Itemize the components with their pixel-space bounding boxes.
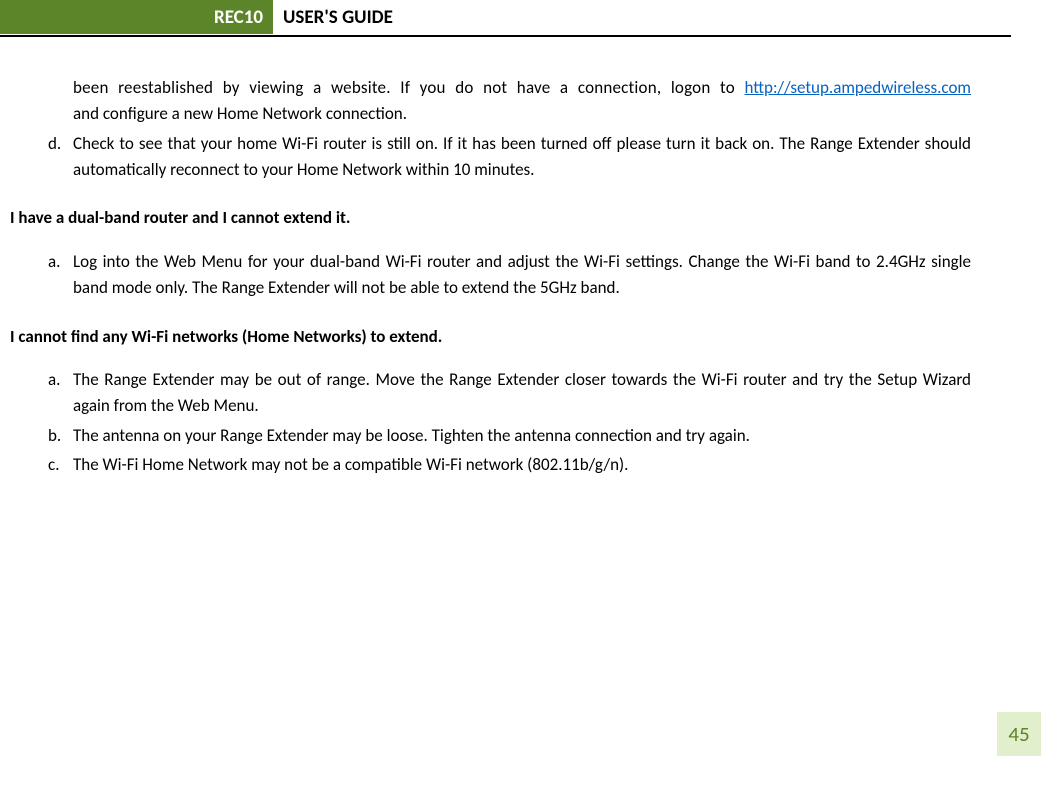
list-marker-empty	[10, 75, 73, 128]
sec2-item-a: a. The Range Extender may be out of rang…	[10, 367, 971, 420]
page-content: been reestablished by viewing a website.…	[0, 37, 1041, 478]
sec1-marker-a: a.	[10, 249, 73, 302]
heading-dual-band: I have a dual-band router and I cannot e…	[10, 205, 971, 231]
sec2-text-b: The antenna on your Range Extender may b…	[73, 423, 971, 449]
sec2-item-c: c. The Wi-Fi Home Network may not be a c…	[10, 452, 971, 478]
header-bar: REC10 USER'S GUIDE	[0, 0, 1011, 37]
sec2-marker-b: b.	[10, 423, 73, 449]
heading-cannot-find-networks: I cannot find any Wi-Fi networks (Home N…	[10, 324, 971, 350]
header-accent-left	[0, 0, 24, 34]
text-before-link: been reestablished by viewing a website.…	[73, 77, 744, 98]
document-title: USER'S GUIDE	[273, 0, 393, 35]
list-text-d: Check to see that your home Wi-Fi router…	[73, 131, 971, 184]
continued-list-item: been reestablished by viewing a website.…	[10, 75, 971, 128]
sec2-marker-a: a.	[10, 367, 73, 420]
sec2-text-c: The Wi-Fi Home Network may not be a comp…	[73, 452, 971, 478]
list-marker-d: d.	[10, 131, 73, 184]
continued-text: been reestablished by viewing a website.…	[73, 75, 971, 128]
page-number: 45	[997, 712, 1041, 756]
sec2-text-a: The Range Extender may be out of range. …	[73, 367, 971, 420]
sec1-text-a: Log into the Web Menu for your dual-band…	[73, 249, 971, 302]
setup-url-link[interactable]: http://setup.ampedwireless.com	[744, 77, 971, 98]
list-item-d: d. Check to see that your home Wi-Fi rou…	[10, 131, 971, 184]
sec1-item-a: a. Log into the Web Menu for your dual-b…	[10, 249, 971, 302]
sec2-marker-c: c.	[10, 452, 73, 478]
product-badge: REC10	[24, 0, 273, 34]
sec2-item-b: b. The antenna on your Range Extender ma…	[10, 423, 971, 449]
text-after-link: and configure a new Home Network connect…	[73, 103, 407, 124]
